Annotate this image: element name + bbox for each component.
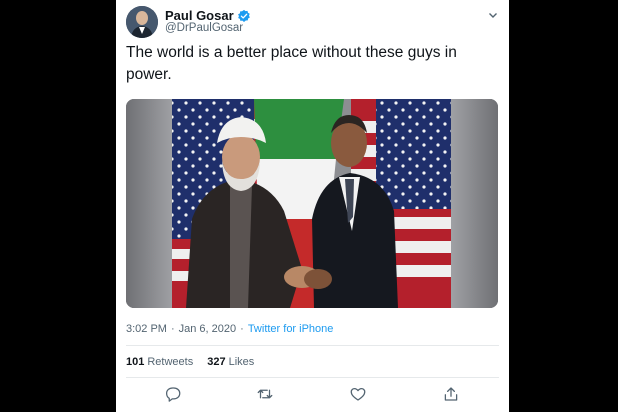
meta-separator: · bbox=[240, 323, 244, 335]
tweet-stats: 101 Retweets 327 Likes bbox=[126, 356, 254, 368]
tweet-card: Paul Gosar @DrPaulGosar The world is a b… bbox=[116, 0, 509, 412]
tweet-text: The world is a better place without thes… bbox=[126, 44, 457, 83]
likes-count: 327 bbox=[207, 356, 226, 368]
tweet-time[interactable]: 3:02 PM bbox=[126, 323, 167, 335]
divider bbox=[126, 377, 499, 378]
chevron-down-icon[interactable] bbox=[487, 8, 499, 20]
share-icon[interactable] bbox=[442, 385, 460, 403]
retweets-label: Retweets bbox=[147, 356, 194, 368]
heart-icon[interactable] bbox=[349, 385, 367, 403]
verified-badge-icon bbox=[237, 9, 251, 23]
tweet-photo[interactable] bbox=[126, 99, 498, 308]
retweets-stat[interactable]: 101 Retweets bbox=[126, 356, 193, 368]
divider bbox=[126, 345, 499, 346]
tweet-date[interactable]: Jan 6, 2020 bbox=[179, 323, 237, 335]
avatar[interactable] bbox=[126, 6, 158, 38]
retweet-icon[interactable] bbox=[256, 385, 274, 403]
reply-icon[interactable] bbox=[164, 385, 182, 403]
retweets-count: 101 bbox=[126, 356, 145, 368]
tweet-source-link[interactable]: Twitter for iPhone bbox=[248, 323, 334, 335]
author-row: Paul Gosar bbox=[165, 8, 251, 23]
author-handle[interactable]: @DrPaulGosar bbox=[165, 22, 243, 34]
action-bar bbox=[116, 385, 509, 405]
likes-stat[interactable]: 327 Likes bbox=[207, 356, 254, 368]
author-name[interactable]: Paul Gosar bbox=[165, 8, 234, 23]
tweet-meta: 3:02 PM · Jan 6, 2020 · Twitter for iPho… bbox=[126, 323, 333, 335]
likes-label: Likes bbox=[228, 356, 255, 368]
meta-separator: · bbox=[170, 323, 175, 335]
